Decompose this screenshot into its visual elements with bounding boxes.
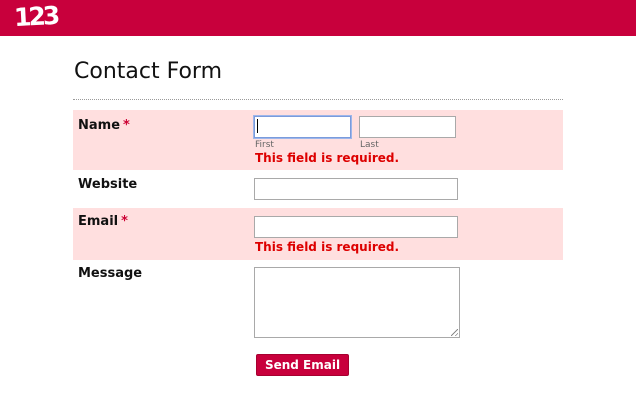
email-label-text: Email bbox=[78, 214, 119, 229]
email-error-message: This field is required. bbox=[255, 240, 400, 254]
last-name-sublabel: Last bbox=[360, 140, 379, 150]
website-label: Website bbox=[78, 177, 138, 192]
message-textarea[interactable] bbox=[254, 267, 460, 338]
required-marker: * bbox=[121, 214, 128, 229]
email-label: Email * bbox=[78, 214, 128, 229]
send-email-button[interactable]: Send Email bbox=[256, 354, 349, 376]
page-title: Contact Form bbox=[74, 59, 223, 84]
last-name-input[interactable] bbox=[359, 116, 456, 138]
name-error-message: This field is required. bbox=[255, 151, 400, 165]
name-label-text: Name bbox=[78, 118, 121, 133]
website-input[interactable] bbox=[254, 178, 458, 200]
logo[interactable]: 123 bbox=[13, 1, 58, 32]
text-caret bbox=[257, 119, 258, 133]
message-label: Message bbox=[78, 266, 143, 281]
name-label: Name * bbox=[78, 118, 130, 133]
resize-grip-icon[interactable] bbox=[451, 329, 458, 336]
email-input[interactable] bbox=[254, 216, 458, 238]
first-name-input[interactable] bbox=[254, 116, 351, 138]
top-banner: 123 bbox=[0, 0, 636, 36]
first-name-sublabel: First bbox=[255, 140, 274, 150]
title-divider bbox=[73, 99, 563, 100]
required-marker: * bbox=[123, 118, 130, 133]
